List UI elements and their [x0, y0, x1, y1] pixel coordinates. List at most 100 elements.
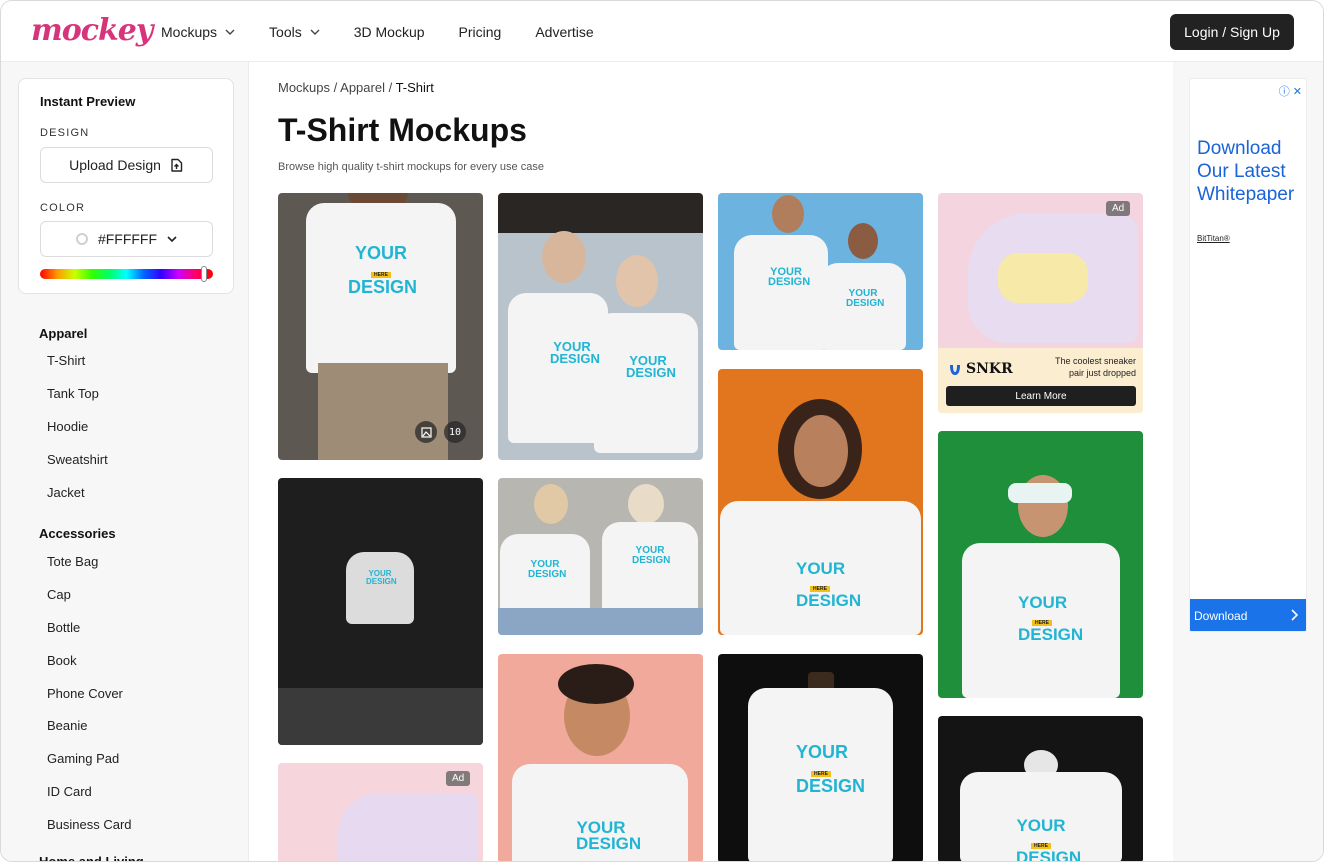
- sidebar-item-beanie[interactable]: Beanie: [47, 718, 87, 733]
- chevron-down-icon: [310, 29, 320, 35]
- breadcrumb-separator: /: [330, 80, 341, 95]
- rail-advertisement[interactable]: ⓘ ✕ Download Our Latest Whitepaper BitTi…: [1189, 78, 1307, 632]
- design-placeholder: YOUR HERE DESIGN: [1016, 816, 1081, 861]
- nav-mockups[interactable]: Mockups: [161, 24, 235, 40]
- sidebar-item-jacket[interactable]: Jacket: [47, 485, 85, 500]
- nav-advertise[interactable]: Advertise: [535, 24, 593, 40]
- nav-pricing[interactable]: Pricing: [459, 24, 502, 40]
- category-heading-apparel: Apparel: [39, 326, 88, 341]
- model-jeans: [498, 608, 703, 635]
- design-placeholder: YOUR DESIGN: [550, 340, 600, 367]
- color-value: #FFFFFF: [97, 231, 158, 247]
- mockup-tile[interactable]: YOUR DESIGN YOUR DESIGN: [498, 478, 703, 635]
- sidebar: Instant Preview DESIGN Upload Design COL…: [1, 62, 249, 862]
- app-window: mockey Mockups Tools 3D Mockup Pricing A…: [0, 0, 1324, 862]
- chevron-right-icon: [1291, 609, 1299, 621]
- mockup-tile[interactable]: YOUR HERE DESIGN 10: [278, 193, 483, 460]
- mockup-tile[interactable]: YOUR DESIGN YOUR DESIGN: [498, 193, 703, 460]
- mockup-tile[interactable]: YOUR HERE DESIGN: [938, 716, 1143, 861]
- image-icon[interactable]: [415, 421, 437, 443]
- nav-tools[interactable]: Tools: [269, 24, 320, 40]
- print-design: DESIGN: [768, 276, 811, 289]
- breadcrumb-apparel[interactable]: Apparel: [340, 80, 385, 95]
- model-pants: [318, 363, 448, 460]
- model-head: [616, 255, 658, 307]
- model-head: [534, 484, 568, 524]
- design-placeholder: YOUR HERE DESIGN: [796, 743, 865, 795]
- tshirt-shape: [734, 235, 828, 350]
- tshirt-shape: [594, 313, 698, 453]
- print-design: DESIGN: [348, 277, 418, 298]
- backdrop: [498, 193, 703, 233]
- mockup-tile[interactable]: YOUR DESIGN YOUR DESIGN: [718, 193, 923, 350]
- rail-ad-download-label: Download: [1194, 609, 1248, 623]
- mockup-tile[interactable]: YOUR DESIGN: [498, 654, 703, 861]
- ad-tile[interactable]: Ad: [278, 763, 483, 861]
- sidebar-item-phone-cover[interactable]: Phone Cover: [47, 686, 123, 701]
- design-placeholder: YOUR DESIGN: [576, 819, 642, 854]
- sidebar-item-tote-bag[interactable]: Tote Bag: [47, 554, 98, 569]
- design-placeholder: YOUR HERE DESIGN: [348, 243, 418, 298]
- design-placeholder: YOUR DESIGN: [846, 289, 884, 308]
- tshirt-shape: [508, 293, 608, 443]
- rail-ad-title: Download Our Latest Whitepaper: [1197, 138, 1295, 205]
- mockup-tile[interactable]: YOUR HERE DESIGN: [938, 431, 1143, 698]
- hue-slider[interactable]: [40, 269, 213, 279]
- mockup-tile[interactable]: YOUR DESIGN: [278, 478, 483, 745]
- print-design: DESIGN: [550, 351, 600, 367]
- sidebar-item-t-shirt[interactable]: T-Shirt: [47, 353, 85, 368]
- tshirt-shape: [602, 522, 698, 622]
- page-subtitle: Browse high quality t-shirt mockups for …: [278, 161, 544, 173]
- print-design: DESIGN: [626, 365, 676, 381]
- sidebar-item-book[interactable]: Book: [47, 653, 77, 668]
- rail-ad-download-button[interactable]: Download: [1190, 599, 1306, 631]
- nav-mockups-label: Mockups: [161, 23, 218, 40]
- sidebar-item-sweatshirt[interactable]: Sweatshirt: [47, 452, 108, 467]
- breadcrumb-current: T-Shirt: [395, 80, 434, 95]
- print-design: DESIGN: [796, 591, 862, 611]
- nav-3d-mockup[interactable]: 3D Mockup: [354, 24, 425, 40]
- category-heading-home-living: Home and Living: [39, 854, 144, 862]
- variant-count-badge: 10: [444, 421, 466, 443]
- upload-design-label: Upload Design: [69, 157, 161, 173]
- breadcrumb-mockups[interactable]: Mockups: [278, 80, 330, 95]
- ad-tile[interactable]: Ad SNKR The coolest sneaker pair just dr…: [938, 193, 1143, 413]
- sidebar-item-bottle[interactable]: Bottle: [47, 620, 80, 635]
- ad-choices-icon[interactable]: ⓘ ✕: [1279, 83, 1302, 99]
- model-hair: [558, 664, 634, 704]
- chevron-down-icon: [225, 29, 235, 35]
- hue-slider-thumb[interactable]: [201, 266, 208, 282]
- model-head: [542, 231, 586, 283]
- nav-tools-label: Tools: [269, 23, 302, 40]
- instant-preview-title: Instant Preview: [40, 94, 136, 109]
- snkr-brand: SNKR: [966, 361, 1013, 377]
- print-design: DESIGN: [528, 568, 567, 580]
- print-your: YOUR: [1016, 816, 1066, 835]
- print-your: YOUR: [354, 243, 407, 263]
- main-nav: Mockups Tools 3D Mockup Pricing Advertis…: [161, 1, 628, 62]
- page-title: T-Shirt Mockups: [278, 112, 527, 148]
- color-select[interactable]: #FFFFFF: [40, 221, 213, 257]
- model-head: [848, 223, 878, 259]
- sidebar-item-business-card[interactable]: Business Card: [47, 817, 132, 832]
- print-design: DESIGN: [576, 834, 642, 854]
- mockup-tile[interactable]: YOUR HERE DESIGN: [718, 654, 923, 861]
- sidebar-item-tank-top[interactable]: Tank Top: [47, 386, 99, 401]
- upload-design-button[interactable]: Upload Design: [40, 147, 213, 183]
- login-signup-button[interactable]: Login / Sign Up: [1170, 14, 1294, 50]
- learn-more-button[interactable]: Learn More: [946, 386, 1136, 406]
- sidebar-item-gaming-pad[interactable]: Gaming Pad: [47, 751, 119, 766]
- breadcrumb-separator: /: [384, 80, 396, 95]
- sidebar-item-hoodie[interactable]: Hoodie: [47, 419, 88, 434]
- mockup-tile[interactable]: YOUR HERE DESIGN: [718, 369, 923, 635]
- sneaker-shape: [338, 793, 478, 861]
- upload-icon: [171, 158, 183, 172]
- color-swatch: [75, 233, 88, 245]
- brand-logo[interactable]: mockey: [31, 13, 153, 48]
- ad-badge: Ad: [446, 771, 471, 786]
- sneaker-detail: [998, 253, 1088, 303]
- design-placeholder: YOUR DESIGN: [366, 570, 397, 585]
- sidebar-item-cap[interactable]: Cap: [47, 587, 71, 602]
- nav-advertise-label: Advertise: [535, 23, 594, 40]
- sidebar-item-id-card[interactable]: ID Card: [47, 784, 92, 799]
